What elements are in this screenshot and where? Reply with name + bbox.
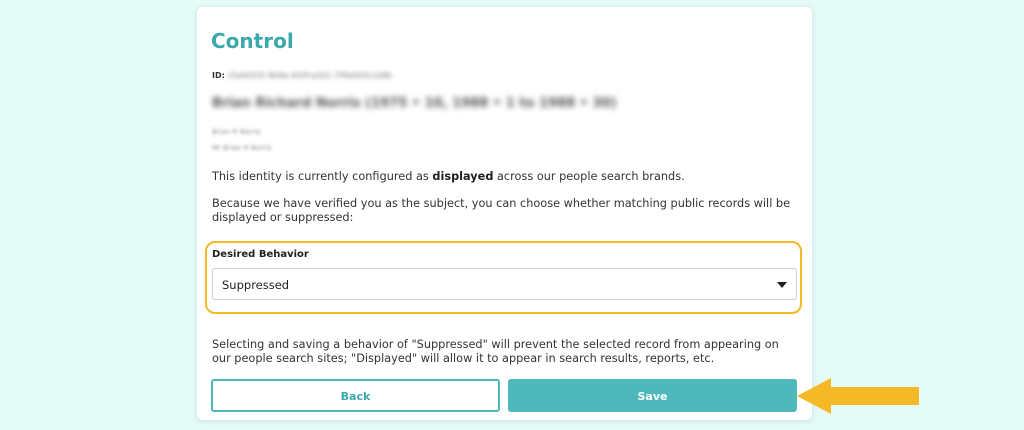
- status-text: This identity is currently configured as…: [212, 170, 797, 184]
- alias-item: Mr Brian R Norris: [212, 144, 272, 152]
- status-suffix: across our people search brands.: [493, 170, 685, 183]
- save-button[interactable]: Save: [508, 379, 797, 412]
- control-card: Control ID: c5a4d1f2-9b6e-4d3f-a2b1-7f9e…: [197, 7, 812, 420]
- arrow-left-icon: [797, 378, 919, 414]
- back-button[interactable]: Back: [211, 379, 500, 412]
- help-text: Selecting and saving a behavior of "Supp…: [212, 338, 779, 365]
- record-title: Brian Richard Norris (1975 • 10, 1988 • …: [212, 96, 617, 111]
- status-prefix: This identity is currently configured as: [212, 170, 433, 183]
- page-title: Control: [211, 29, 294, 53]
- id-value: c5a4d1f2-9b6e-4d3f-a2b1-7f9e0d3c2a8b: [227, 71, 393, 80]
- alias-item: Brian R Norris: [212, 128, 261, 136]
- verified-text: Because we have verified you as the subj…: [212, 197, 791, 224]
- behavior-label: Desired Behavior: [212, 249, 309, 260]
- select-value: Suppressed: [222, 278, 290, 292]
- id-label: ID:: [212, 71, 225, 80]
- desired-behavior-select[interactable]: Suppressed: [212, 268, 797, 300]
- record-id: ID: c5a4d1f2-9b6e-4d3f-a2b1-7f9e0d3c2a8b: [212, 71, 392, 80]
- status-value: displayed: [432, 170, 494, 183]
- caret-down-icon: [777, 282, 787, 288]
